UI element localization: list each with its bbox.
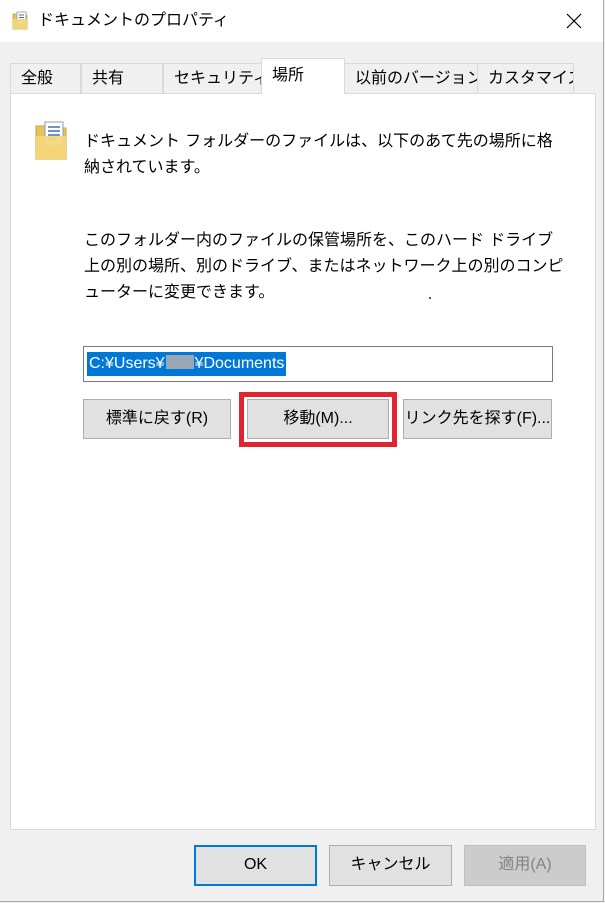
tab-security[interactable]: セキュリティ [163, 63, 262, 93]
title-bar: ドキュメントのプロパティ [0, 0, 603, 42]
tab-sharing[interactable]: 共有 [81, 63, 163, 93]
tab-previous-versions[interactable]: 以前のバージョン [344, 63, 478, 93]
window-title: ドキュメントのプロパティ [38, 10, 230, 29]
apply-button[interactable]: 適用(A) [464, 845, 586, 886]
tab-location[interactable]: 場所 [261, 58, 345, 94]
tab-customize[interactable]: カスタマイズ [477, 63, 574, 93]
close-icon [566, 13, 582, 29]
find-target-button[interactable]: リンク先を探す(F)... [403, 399, 552, 439]
tab-strip: 全般 共有 セキュリティ 場所 以前のバージョン カスタマイズ [10, 58, 595, 94]
properties-dialog: ドキュメントのプロパティ 全般 共有 セキュリティ 場所 以前のバージョン カス… [0, 0, 604, 902]
path-suffix: ¥Documents [194, 355, 285, 372]
cancel-button[interactable]: キャンセル [329, 845, 452, 886]
selected-path-text: C:¥Users¥ ¥Documents [87, 352, 287, 376]
close-button[interactable] [545, 0, 603, 42]
move-button-highlight [239, 392, 397, 447]
documents-folder-icon [12, 11, 28, 30]
folder-path-input[interactable]: C:¥Users¥ ¥Documents [83, 346, 553, 382]
path-prefix: C:¥Users¥ [89, 355, 165, 372]
location-tab-panel: ドキュメント フォルダーのファイルは、以下のあて先の場所に格納されています。 こ… [10, 93, 596, 830]
redacted-username [165, 355, 194, 369]
restore-default-button[interactable]: 標準に戻す(R) [83, 399, 231, 439]
ok-button[interactable]: OK [194, 845, 317, 886]
tab-general[interactable]: 全般 [10, 63, 81, 93]
documents-folder-icon [35, 121, 67, 160]
stray-dot [429, 297, 431, 299]
move-description: このフォルダー内のファイルの保管場所を、このハード ドライブ上の別の場所、別のド… [84, 230, 564, 301]
location-description: ドキュメント フォルダーのファイルは、以下のあて先の場所に格納されています。 [84, 131, 553, 176]
